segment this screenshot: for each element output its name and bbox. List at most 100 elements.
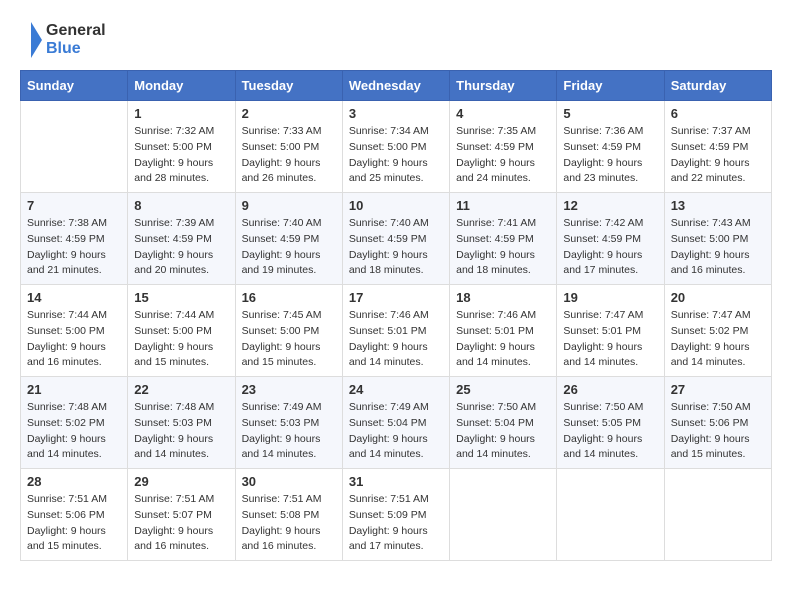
logo: General Blue	[20, 20, 106, 60]
day-number: 1	[134, 106, 228, 121]
day-number: 13	[671, 198, 765, 213]
calendar-cell-2-3: 9 Sunrise: 7:40 AMSunset: 4:59 PMDaylight…	[235, 193, 342, 285]
logo-icon	[20, 20, 42, 60]
day-number: 19	[563, 290, 657, 305]
day-number: 10	[349, 198, 443, 213]
day-info: Sunrise: 7:51 AMSunset: 5:09 PMDaylight:…	[349, 492, 443, 555]
day-number: 3	[349, 106, 443, 121]
day-number: 21	[27, 382, 121, 397]
day-info: Sunrise: 7:48 AMSunset: 5:03 PMDaylight:…	[134, 400, 228, 463]
calendar-cell-3-6: 19 Sunrise: 7:47 AMSunset: 5:01 PMDayligh…	[557, 285, 664, 377]
calendar-cell-3-5: 18 Sunrise: 7:46 AMSunset: 5:01 PMDayligh…	[450, 285, 557, 377]
day-info: Sunrise: 7:41 AMSunset: 4:59 PMDaylight:…	[456, 216, 550, 279]
day-info: Sunrise: 7:35 AMSunset: 4:59 PMDaylight:…	[456, 124, 550, 187]
day-info: Sunrise: 7:51 AMSunset: 5:07 PMDaylight:…	[134, 492, 228, 555]
calendar-week-row-4: 21Sunrise: 7:48 AMSunset: 5:02 PMDayligh…	[21, 377, 772, 469]
day-number: 8	[134, 198, 228, 213]
day-info: Sunrise: 7:49 AMSunset: 5:04 PMDaylight:…	[349, 400, 443, 463]
calendar-cell-4-4: 24 Sunrise: 7:49 AMSunset: 5:04 PMDayligh…	[342, 377, 449, 469]
calendar-cell-3-1: 14Sunrise: 7:44 AMSunset: 5:00 PMDayligh…	[21, 285, 128, 377]
logo-blue-text: Blue	[46, 40, 106, 58]
calendar-cell-2-7: 13Sunrise: 7:43 AMSunset: 5:00 PMDayligh…	[664, 193, 771, 285]
day-number: 26	[563, 382, 657, 397]
calendar-cell-2-2: 8 Sunrise: 7:39 AMSunset: 4:59 PMDaylight…	[128, 193, 235, 285]
day-number: 24	[349, 382, 443, 397]
weekday-header-thursday: Thursday	[450, 71, 557, 101]
calendar-cell-4-2: 22Sunrise: 7:48 AMSunset: 5:03 PMDayligh…	[128, 377, 235, 469]
calendar-cell-1-4: 3 Sunrise: 7:34 AMSunset: 5:00 PMDaylight…	[342, 101, 449, 193]
day-info: Sunrise: 7:37 AMSunset: 4:59 PMDaylight:…	[671, 124, 765, 187]
day-info: Sunrise: 7:38 AMSunset: 4:59 PMDaylight:…	[27, 216, 121, 279]
calendar-cell-3-3: 16 Sunrise: 7:45 AMSunset: 5:00 PMDayligh…	[235, 285, 342, 377]
day-number: 23	[242, 382, 336, 397]
day-info: Sunrise: 7:50 AMSunset: 5:05 PMDaylight:…	[563, 400, 657, 463]
day-number: 6	[671, 106, 765, 121]
day-number: 12	[563, 198, 657, 213]
calendar-cell-5-7	[664, 469, 771, 561]
day-number: 27	[671, 382, 765, 397]
day-number: 11	[456, 198, 550, 213]
day-info: Sunrise: 7:40 AMSunset: 4:59 PMDaylight:…	[242, 216, 336, 279]
day-info: Sunrise: 7:40 AMSunset: 4:59 PMDaylight:…	[349, 216, 443, 279]
day-number: 14	[27, 290, 121, 305]
logo-general-text: General	[46, 22, 106, 40]
weekday-header-saturday: Saturday	[664, 71, 771, 101]
calendar-cell-1-6: 5 Sunrise: 7:36 AMSunset: 4:59 PMDaylight…	[557, 101, 664, 193]
day-number: 15	[134, 290, 228, 305]
weekday-header-row: SundayMondayTuesdayWednesdayThursdayFrid…	[21, 71, 772, 101]
day-number: 20	[671, 290, 765, 305]
day-info: Sunrise: 7:32 AMSunset: 5:00 PMDaylight:…	[134, 124, 228, 187]
calendar-cell-1-1	[21, 101, 128, 193]
weekday-header-sunday: Sunday	[21, 71, 128, 101]
calendar-cell-4-7: 27 Sunrise: 7:50 AMSunset: 5:06 PMDayligh…	[664, 377, 771, 469]
calendar-cell-3-2: 15 Sunrise: 7:44 AMSunset: 5:00 PMDayligh…	[128, 285, 235, 377]
calendar-cell-5-3: 30 Sunrise: 7:51 AMSunset: 5:08 PMDayligh…	[235, 469, 342, 561]
calendar-cell-5-4: 31 Sunrise: 7:51 AMSunset: 5:09 PMDayligh…	[342, 469, 449, 561]
calendar-cell-3-4: 17 Sunrise: 7:46 AMSunset: 5:01 PMDayligh…	[342, 285, 449, 377]
day-info: Sunrise: 7:47 AMSunset: 5:01 PMDaylight:…	[563, 308, 657, 371]
weekday-header-wednesday: Wednesday	[342, 71, 449, 101]
calendar-week-row-1: 1 Sunrise: 7:32 AMSunset: 5:00 PMDaylight…	[21, 101, 772, 193]
day-info: Sunrise: 7:47 AMSunset: 5:02 PMDaylight:…	[671, 308, 765, 371]
calendar-cell-1-3: 2 Sunrise: 7:33 AMSunset: 5:00 PMDaylight…	[235, 101, 342, 193]
day-number: 25	[456, 382, 550, 397]
day-info: Sunrise: 7:34 AMSunset: 5:00 PMDaylight:…	[349, 124, 443, 187]
day-number: 7	[27, 198, 121, 213]
calendar-cell-1-7: 6 Sunrise: 7:37 AMSunset: 4:59 PMDaylight…	[664, 101, 771, 193]
calendar-week-row-3: 14 Sunrise: 7:44 AMSunset: 5:00 PMDayligh…	[21, 285, 772, 377]
day-number: 2	[242, 106, 336, 121]
day-info: Sunrise: 7:44 AMSunset: 5:00 PMDaylight:…	[134, 308, 228, 371]
calendar-cell-3-7: 20 Sunrise: 7:47 AMSunset: 5:02 PMDayligh…	[664, 285, 771, 377]
day-info: Sunrise: 7:45 AMSunset: 5:00 PMDaylight:…	[242, 308, 336, 371]
calendar-cell-4-3: 23Sunrise: 7:49 AMSunset: 5:03 PMDayligh…	[235, 377, 342, 469]
calendar-cell-5-2: 29 Sunrise: 7:51 AMSunset: 5:07 PMDayligh…	[128, 469, 235, 561]
calendar-week-row-5: 28Sunrise: 7:51 AMSunset: 5:06 PMDayligh…	[21, 469, 772, 561]
day-number: 31	[349, 474, 443, 489]
calendar-cell-4-1: 21Sunrise: 7:48 AMSunset: 5:02 PMDayligh…	[21, 377, 128, 469]
day-info: Sunrise: 7:46 AMSunset: 5:01 PMDaylight:…	[456, 308, 550, 371]
day-info: Sunrise: 7:36 AMSunset: 4:59 PMDaylight:…	[563, 124, 657, 187]
weekday-header-friday: Friday	[557, 71, 664, 101]
day-number: 16	[242, 290, 336, 305]
day-number: 18	[456, 290, 550, 305]
day-info: Sunrise: 7:46 AMSunset: 5:01 PMDaylight:…	[349, 308, 443, 371]
day-number: 29	[134, 474, 228, 489]
calendar-cell-5-1: 28Sunrise: 7:51 AMSunset: 5:06 PMDayligh…	[21, 469, 128, 561]
day-info: Sunrise: 7:42 AMSunset: 4:59 PMDaylight:…	[563, 216, 657, 279]
day-info: Sunrise: 7:50 AMSunset: 5:06 PMDaylight:…	[671, 400, 765, 463]
day-number: 9	[242, 198, 336, 213]
calendar-cell-2-4: 10 Sunrise: 7:40 AMSunset: 4:59 PMDayligh…	[342, 193, 449, 285]
day-number: 5	[563, 106, 657, 121]
calendar-cell-4-6: 26 Sunrise: 7:50 AMSunset: 5:05 PMDayligh…	[557, 377, 664, 469]
page-header: General Blue	[20, 20, 772, 60]
calendar-table: SundayMondayTuesdayWednesdayThursdayFrid…	[20, 70, 772, 561]
day-number: 30	[242, 474, 336, 489]
day-info: Sunrise: 7:51 AMSunset: 5:08 PMDaylight:…	[242, 492, 336, 555]
calendar-cell-5-5	[450, 469, 557, 561]
calendar-cell-1-2: 1 Sunrise: 7:32 AMSunset: 5:00 PMDaylight…	[128, 101, 235, 193]
day-info: Sunrise: 7:33 AMSunset: 5:00 PMDaylight:…	[242, 124, 336, 187]
calendar-cell-2-6: 12 Sunrise: 7:42 AMSunset: 4:59 PMDayligh…	[557, 193, 664, 285]
day-info: Sunrise: 7:39 AMSunset: 4:59 PMDaylight:…	[134, 216, 228, 279]
calendar-cell-2-5: 11 Sunrise: 7:41 AMSunset: 4:59 PMDayligh…	[450, 193, 557, 285]
day-number: 17	[349, 290, 443, 305]
